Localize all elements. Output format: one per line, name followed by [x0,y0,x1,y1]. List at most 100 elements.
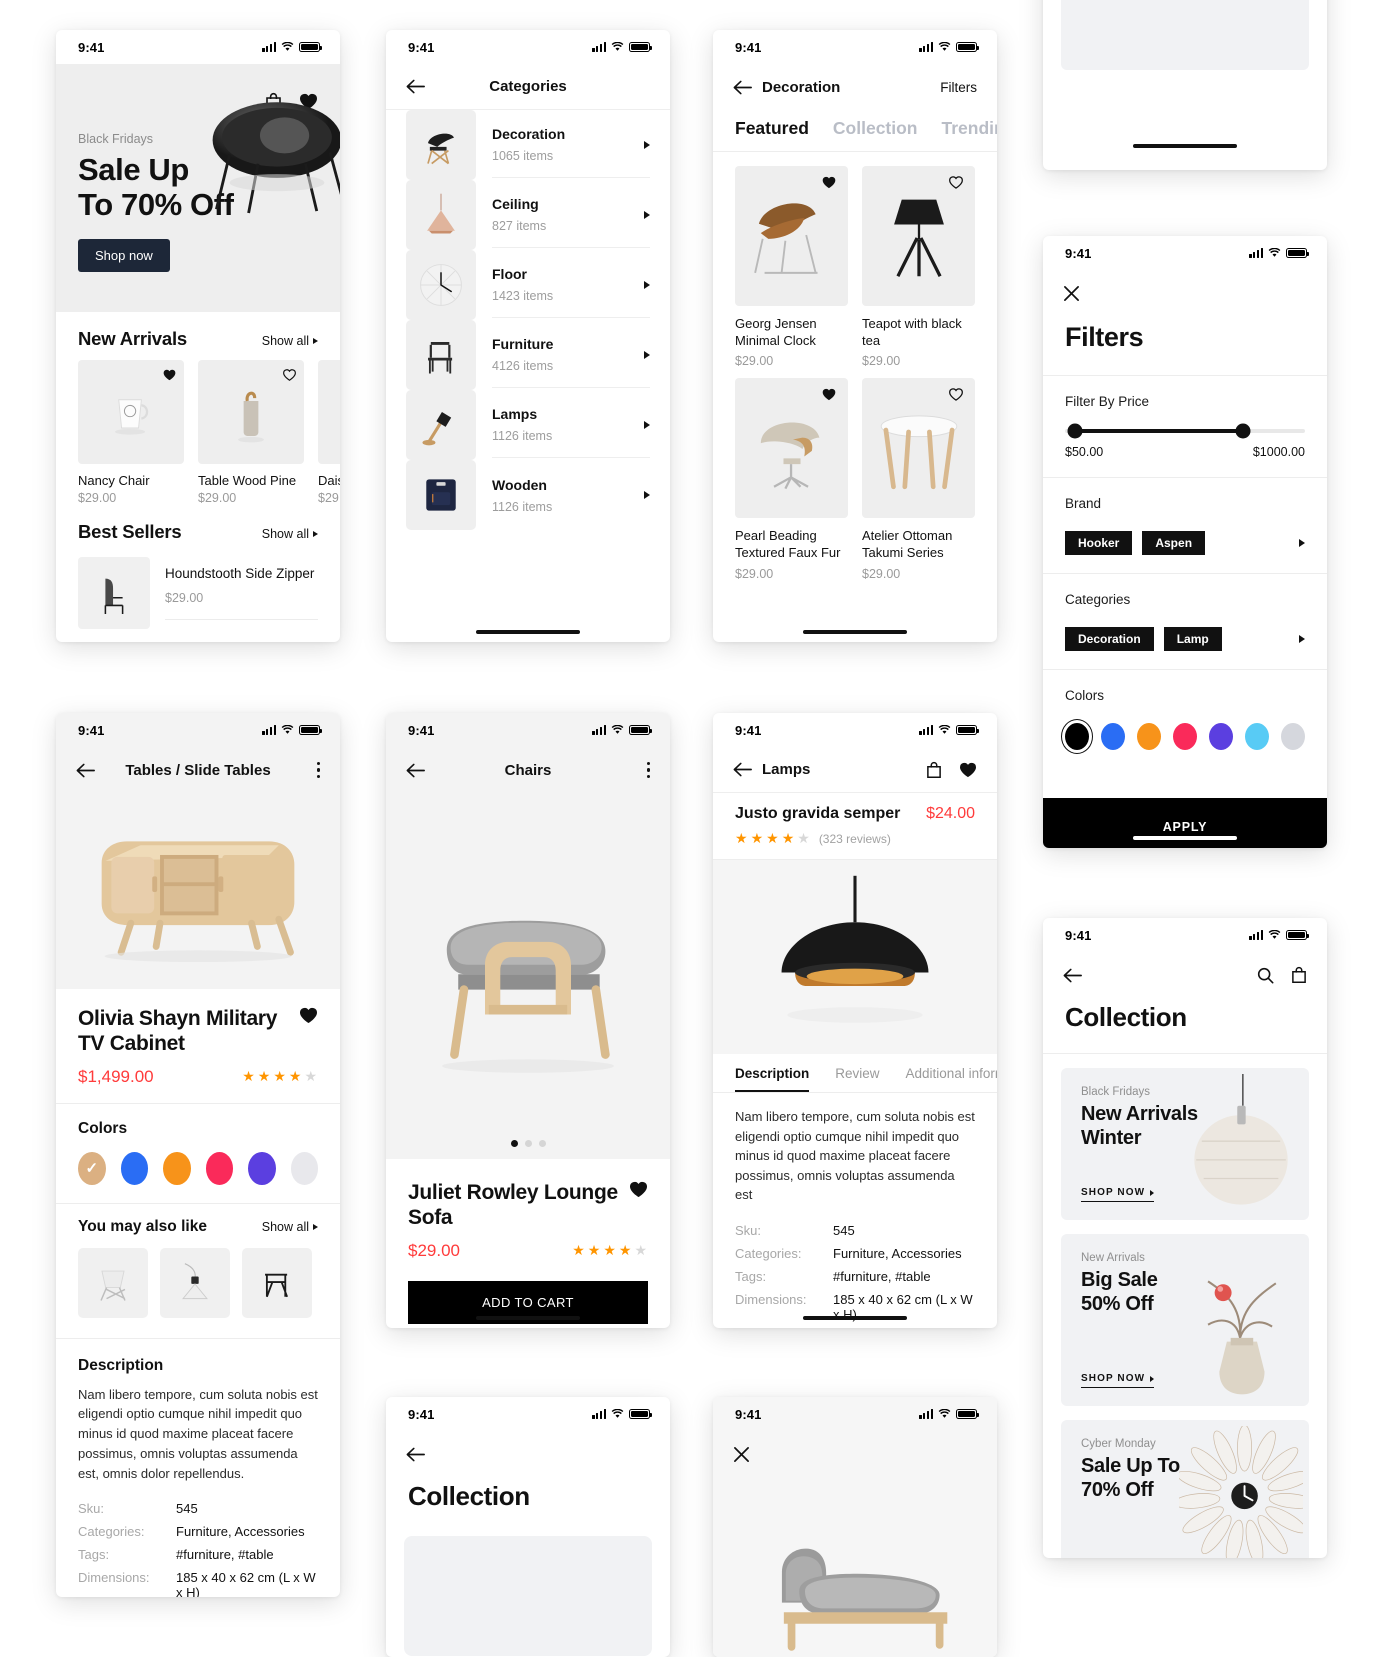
hero-banner: Black Fridays Sale Up To 70% Off Shop no… [56,64,340,312]
favorite-icon[interactable] [949,176,963,194]
color-swatch[interactable] [120,1151,148,1185]
category-chip[interactable]: Lamp [1163,627,1222,651]
tab-trending[interactable]: Trending [942,118,998,139]
color-swatch[interactable] [1137,723,1161,750]
slider-knob-max[interactable] [1235,423,1251,439]
color-swatch[interactable] [205,1151,233,1185]
favorite-icon[interactable] [163,368,176,386]
apply-button[interactable]: APPLY [1043,798,1327,848]
back-button[interactable] [406,761,425,780]
product-card[interactable]: Teapot with black tea $29.00 [862,166,975,368]
back-button[interactable] [406,1445,425,1464]
new-arrivals-list[interactable]: Nancy Chair $29.00 Table Wood Pine $29.0… [56,360,340,505]
shop-now-button[interactable]: Shop now [78,238,170,272]
favorite-icon[interactable] [299,1007,318,1029]
chevron-right-icon[interactable] [1299,635,1305,643]
back-button[interactable] [76,761,95,780]
promo-card[interactable]: Cyber Monday Sale Up To70% Off SHOP NOW [1061,1420,1309,1558]
promo-card[interactable]: SHOP NOW [1061,0,1309,70]
brand-chip[interactable]: Hooker [1065,531,1133,555]
carousel-dot[interactable] [524,1140,532,1147]
product-title-block: Juliet Rowley Lounge Sofa $29.00 ★ ★ ★ ★ ★ [386,1159,670,1277]
back-button[interactable] [733,78,752,97]
favorite-icon[interactable] [283,368,296,386]
search-icon[interactable] [1257,967,1274,984]
color-swatch[interactable] [1061,719,1093,754]
related-product[interactable] [160,1247,230,1318]
favorite-icon[interactable] [822,176,836,194]
kebab-menu-icon[interactable] [316,762,320,778]
back-button[interactable] [1063,966,1082,985]
category-row[interactable]: Ceiling 827 items [386,180,670,250]
color-swatch[interactable] [290,1151,318,1185]
category-body: Wooden 1126 items [492,463,650,528]
related-product[interactable] [242,1247,312,1318]
color-swatch[interactable] [248,1151,276,1185]
promo-card[interactable]: Black Fridays New Arrivals Winter SHOP NO… [1061,1068,1309,1220]
shop-now-link[interactable]: SHOP NOW [1081,1373,1155,1388]
brand-chip[interactable]: Aspen [1142,531,1206,555]
category-row[interactable]: Wooden 1126 items [386,460,670,530]
best-seller-row[interactable]: Houndstooth Side Zipper $29.00 [56,553,340,629]
back-button[interactable] [733,760,752,779]
product-card[interactable]: Table Wood Pine $29.00 [198,360,304,505]
product-card[interactable]: Nancy Chair $29.00 [78,360,184,505]
screen-product-lamp: 9:41 Lamps Justo gravida semper $24.00 ★… [713,713,997,1328]
color-swatch[interactable] [1245,723,1269,750]
shop-now-link[interactable]: SHOP NOW [1081,1187,1155,1202]
pendant-lamp-image [781,875,929,1023]
carousel-dot[interactable] [538,1140,546,1147]
category-row[interactable]: Floor 1423 items [386,250,670,320]
tab-featured[interactable]: Featured [735,118,809,139]
product-price: $29.00 [408,1240,460,1260]
related-product[interactable] [78,1247,148,1318]
product-card[interactable]: Georg Jensen Minimal Clock $29.00 [735,166,848,368]
product-card[interactable]: Daisy $29.00 [318,360,340,505]
shopping-bag-icon[interactable] [1291,966,1307,984]
best-seller-row[interactable]: Ovora Design Table Teak [56,639,340,642]
product-card[interactable]: Atelier Ottoman Takumi Series $29.00 [862,378,975,581]
chevron-right-icon[interactable] [1299,539,1305,547]
heart-icon[interactable] [959,762,977,778]
product-price-row: $29.00 ★ ★ ★ ★ ★ [408,1241,648,1261]
category-row[interactable]: Lamps 1126 items [386,390,670,460]
price-range-slider[interactable] [1065,423,1305,439]
tab-review[interactable]: Review [835,1066,879,1092]
close-button[interactable] [733,1446,750,1463]
favorite-icon[interactable] [949,388,963,406]
status-icons [919,41,979,53]
chevron-right-icon [644,280,650,289]
new-arrivals-show-all[interactable]: Show all [262,334,318,348]
ymal-list[interactable] [78,1247,318,1318]
best-sellers-show-all[interactable]: Show all [262,527,318,541]
color-swatch[interactable] [163,1151,191,1185]
kebab-menu-icon[interactable] [646,762,650,778]
promo-card-placeholder[interactable] [404,1536,652,1656]
close-button[interactable] [1063,285,1080,302]
tab-collection[interactable]: Collection [833,118,918,139]
category-row[interactable]: Decoration 1065 items [386,110,670,180]
shopping-bag-icon[interactable] [926,761,942,779]
category-chip[interactable]: Decoration [1065,627,1154,651]
hamburger-icon[interactable] [78,94,100,109]
ymal-show-all[interactable]: Show all [262,1220,318,1234]
carousel-dot[interactable] [510,1140,518,1147]
color-swatch[interactable] [1281,723,1305,750]
color-swatch[interactable] [1173,723,1197,750]
back-button[interactable] [406,77,425,96]
category-row[interactable]: Furniture 4126 items [386,320,670,390]
color-swatch[interactable] [1209,723,1233,750]
promo-card[interactable]: New Arrivals Big Sale 50% Off SHOP NOW [1061,1234,1309,1406]
color-swatch[interactable]: ✓ [78,1151,106,1185]
carousel-dots[interactable] [386,1140,670,1147]
filters-button[interactable]: Filters [940,80,977,95]
favorite-icon[interactable] [822,388,836,406]
tab-description[interactable]: Description [735,1066,810,1092]
meta-value: 545 [176,1501,198,1517]
slider-knob-min[interactable] [1067,423,1083,439]
favorite-icon[interactable] [629,1181,648,1203]
color-swatch[interactable] [1101,723,1125,750]
tab-additional-information[interactable]: Additional information [906,1066,997,1092]
product-tabs: Description Review Additional informatio… [713,1054,997,1093]
product-card[interactable]: Pearl Beading Textured Faux Fur $29.00 [735,378,848,581]
